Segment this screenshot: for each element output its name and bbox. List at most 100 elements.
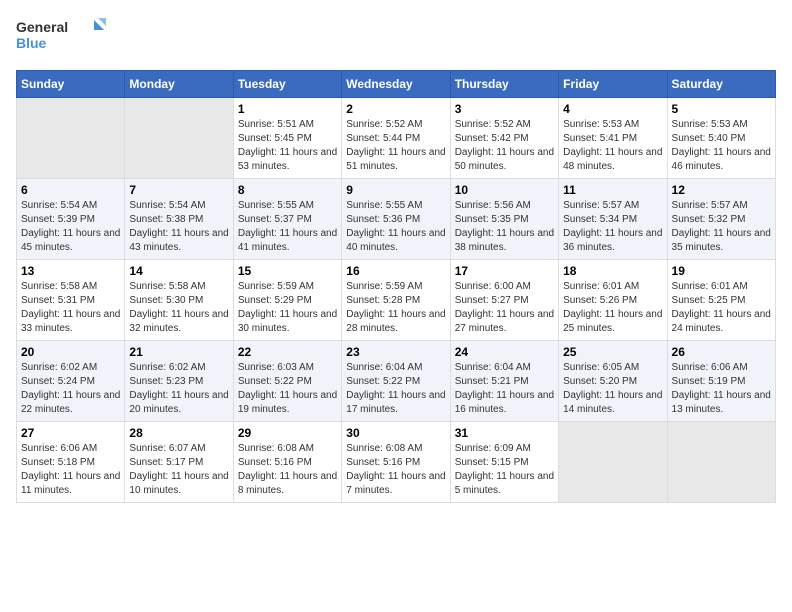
day-number: 23 bbox=[346, 345, 445, 359]
page-header: General Blue bbox=[16, 16, 776, 58]
day-number: 29 bbox=[238, 426, 337, 440]
calendar-cell: 27 Sunrise: 6:06 AMSunset: 5:18 PMDayligh… bbox=[17, 422, 125, 503]
day-info: Sunrise: 5:54 AMSunset: 5:39 PMDaylight:… bbox=[21, 199, 120, 255]
day-info: Sunrise: 5:59 AMSunset: 5:28 PMDaylight:… bbox=[346, 280, 445, 336]
day-number: 19 bbox=[672, 264, 771, 278]
calendar-cell: 19 Sunrise: 6:01 AMSunset: 5:25 PMDayligh… bbox=[667, 260, 775, 341]
calendar-cell: 5Sunrise: 5:53 AMSunset: 5:40 PMDaylight… bbox=[667, 98, 775, 179]
calendar-cell: 16Sunrise: 5:59 AMSunset: 5:28 PMDayligh… bbox=[342, 260, 450, 341]
day-number: 27 bbox=[21, 426, 120, 440]
week-row-3: 13 Sunrise: 5:58 AMSunset: 5:31 PMDayligh… bbox=[17, 260, 776, 341]
day-number: 24 bbox=[455, 345, 554, 359]
day-info: Sunrise: 6:00 AMSunset: 5:27 PMDaylight:… bbox=[455, 280, 554, 336]
day-info: Sunrise: 6:09 AMSunset: 5:15 PMDaylight:… bbox=[455, 442, 554, 498]
calendar-cell: 26 Sunrise: 6:06 AMSunset: 5:19 PMDayligh… bbox=[667, 341, 775, 422]
calendar-cell: 17 Sunrise: 6:00 AMSunset: 5:27 PMDayligh… bbox=[450, 260, 558, 341]
weekday-header-thursday: Thursday bbox=[450, 71, 558, 98]
calendar-cell: 9Sunrise: 5:55 AMSunset: 5:36 PMDaylight… bbox=[342, 179, 450, 260]
day-number: 21 bbox=[129, 345, 228, 359]
day-number: 4 bbox=[563, 102, 662, 116]
weekday-header-tuesday: Tuesday bbox=[233, 71, 341, 98]
day-number: 25 bbox=[563, 345, 662, 359]
day-number: 30 bbox=[346, 426, 445, 440]
calendar-cell: 1 Sunrise: 5:51 AMSunset: 5:45 PMDaylight… bbox=[233, 98, 341, 179]
day-number: 1 bbox=[238, 102, 337, 116]
day-number: 10 bbox=[455, 183, 554, 197]
calendar-cell: 15Sunrise: 5:59 AMSunset: 5:29 PMDayligh… bbox=[233, 260, 341, 341]
day-number: 8 bbox=[238, 183, 337, 197]
day-number: 18 bbox=[563, 264, 662, 278]
calendar-cell: 23 Sunrise: 6:04 AMSunset: 5:22 PMDayligh… bbox=[342, 341, 450, 422]
week-row-5: 27 Sunrise: 6:06 AMSunset: 5:18 PMDayligh… bbox=[17, 422, 776, 503]
day-info: Sunrise: 6:01 AMSunset: 5:26 PMDaylight:… bbox=[563, 280, 662, 336]
day-number: 9 bbox=[346, 183, 445, 197]
calendar-table: SundayMondayTuesdayWednesdayThursdayFrid… bbox=[16, 70, 776, 503]
day-number: 17 bbox=[455, 264, 554, 278]
day-info: Sunrise: 6:06 AMSunset: 5:19 PMDaylight:… bbox=[672, 361, 771, 417]
calendar-cell: 25 Sunrise: 6:05 AMSunset: 5:20 PMDayligh… bbox=[559, 341, 667, 422]
calendar-cell: 7Sunrise: 5:54 AMSunset: 5:38 PMDaylight… bbox=[125, 179, 233, 260]
header-row: SundayMondayTuesdayWednesdayThursdayFrid… bbox=[17, 71, 776, 98]
calendar-cell bbox=[667, 422, 775, 503]
week-row-4: 20Sunrise: 6:02 AMSunset: 5:24 PMDayligh… bbox=[17, 341, 776, 422]
calendar-cell bbox=[559, 422, 667, 503]
calendar-cell: 11 Sunrise: 5:57 AMSunset: 5:34 PMDayligh… bbox=[559, 179, 667, 260]
day-info: Sunrise: 5:57 AMSunset: 5:34 PMDaylight:… bbox=[563, 199, 662, 255]
day-number: 11 bbox=[563, 183, 662, 197]
week-row-2: 6 Sunrise: 5:54 AMSunset: 5:39 PMDaylight… bbox=[17, 179, 776, 260]
day-number: 15 bbox=[238, 264, 337, 278]
day-info: Sunrise: 6:08 AMSunset: 5:16 PMDaylight:… bbox=[346, 442, 445, 498]
day-info: Sunrise: 5:53 AMSunset: 5:40 PMDaylight:… bbox=[672, 118, 771, 174]
week-row-1: 1 Sunrise: 5:51 AMSunset: 5:45 PMDaylight… bbox=[17, 98, 776, 179]
calendar-cell: 8 Sunrise: 5:55 AMSunset: 5:37 PMDaylight… bbox=[233, 179, 341, 260]
day-info: Sunrise: 6:06 AMSunset: 5:18 PMDaylight:… bbox=[21, 442, 120, 498]
day-info: Sunrise: 6:03 AMSunset: 5:22 PMDaylight:… bbox=[238, 361, 337, 417]
weekday-header-saturday: Saturday bbox=[667, 71, 775, 98]
logo: General Blue bbox=[16, 16, 106, 58]
calendar-cell: 4Sunrise: 5:53 AMSunset: 5:41 PMDaylight… bbox=[559, 98, 667, 179]
calendar-cell: 14Sunrise: 5:58 AMSunset: 5:30 PMDayligh… bbox=[125, 260, 233, 341]
day-number: 20 bbox=[21, 345, 120, 359]
day-number: 28 bbox=[129, 426, 228, 440]
calendar-cell bbox=[17, 98, 125, 179]
calendar-cell: 20Sunrise: 6:02 AMSunset: 5:24 PMDayligh… bbox=[17, 341, 125, 422]
day-number: 14 bbox=[129, 264, 228, 278]
calendar-cell: 6 Sunrise: 5:54 AMSunset: 5:39 PMDaylight… bbox=[17, 179, 125, 260]
calendar-cell: 31Sunrise: 6:09 AMSunset: 5:15 PMDayligh… bbox=[450, 422, 558, 503]
calendar-cell: 18 Sunrise: 6:01 AMSunset: 5:26 PMDayligh… bbox=[559, 260, 667, 341]
day-info: Sunrise: 6:08 AMSunset: 5:16 PMDaylight:… bbox=[238, 442, 337, 498]
calendar-cell: 28 Sunrise: 6:07 AMSunset: 5:17 PMDayligh… bbox=[125, 422, 233, 503]
calendar-cell: 13 Sunrise: 5:58 AMSunset: 5:31 PMDayligh… bbox=[17, 260, 125, 341]
calendar-cell: 12 Sunrise: 5:57 AMSunset: 5:32 PMDayligh… bbox=[667, 179, 775, 260]
day-info: Sunrise: 5:56 AMSunset: 5:35 PMDaylight:… bbox=[455, 199, 554, 255]
weekday-header-friday: Friday bbox=[559, 71, 667, 98]
day-number: 26 bbox=[672, 345, 771, 359]
logo-svg: General Blue bbox=[16, 16, 106, 58]
day-info: Sunrise: 6:07 AMSunset: 5:17 PMDaylight:… bbox=[129, 442, 228, 498]
day-info: Sunrise: 5:52 AMSunset: 5:44 PMDaylight:… bbox=[346, 118, 445, 174]
day-info: Sunrise: 6:04 AMSunset: 5:22 PMDaylight:… bbox=[346, 361, 445, 417]
calendar-cell: 24 Sunrise: 6:04 AMSunset: 5:21 PMDayligh… bbox=[450, 341, 558, 422]
weekday-header-monday: Monday bbox=[125, 71, 233, 98]
calendar-cell: 3Sunrise: 5:52 AMSunset: 5:42 PMDaylight… bbox=[450, 98, 558, 179]
weekday-header-sunday: Sunday bbox=[17, 71, 125, 98]
day-info: Sunrise: 6:01 AMSunset: 5:25 PMDaylight:… bbox=[672, 280, 771, 336]
day-info: Sunrise: 6:04 AMSunset: 5:21 PMDaylight:… bbox=[455, 361, 554, 417]
svg-text:Blue: Blue bbox=[16, 35, 47, 51]
day-number: 22 bbox=[238, 345, 337, 359]
day-info: Sunrise: 6:02 AMSunset: 5:23 PMDaylight:… bbox=[129, 361, 228, 417]
svg-text:General: General bbox=[16, 19, 68, 35]
day-number: 12 bbox=[672, 183, 771, 197]
day-info: Sunrise: 5:57 AMSunset: 5:32 PMDaylight:… bbox=[672, 199, 771, 255]
calendar-cell bbox=[125, 98, 233, 179]
day-number: 6 bbox=[21, 183, 120, 197]
day-info: Sunrise: 5:51 AMSunset: 5:45 PMDaylight:… bbox=[238, 118, 337, 174]
day-info: Sunrise: 5:55 AMSunset: 5:37 PMDaylight:… bbox=[238, 199, 337, 255]
day-number: 13 bbox=[21, 264, 120, 278]
calendar-cell: 10 Sunrise: 5:56 AMSunset: 5:35 PMDayligh… bbox=[450, 179, 558, 260]
day-info: Sunrise: 6:05 AMSunset: 5:20 PMDaylight:… bbox=[563, 361, 662, 417]
calendar-cell: 2 Sunrise: 5:52 AMSunset: 5:44 PMDaylight… bbox=[342, 98, 450, 179]
day-number: 7 bbox=[129, 183, 228, 197]
day-number: 2 bbox=[346, 102, 445, 116]
day-info: Sunrise: 5:58 AMSunset: 5:31 PMDaylight:… bbox=[21, 280, 120, 336]
